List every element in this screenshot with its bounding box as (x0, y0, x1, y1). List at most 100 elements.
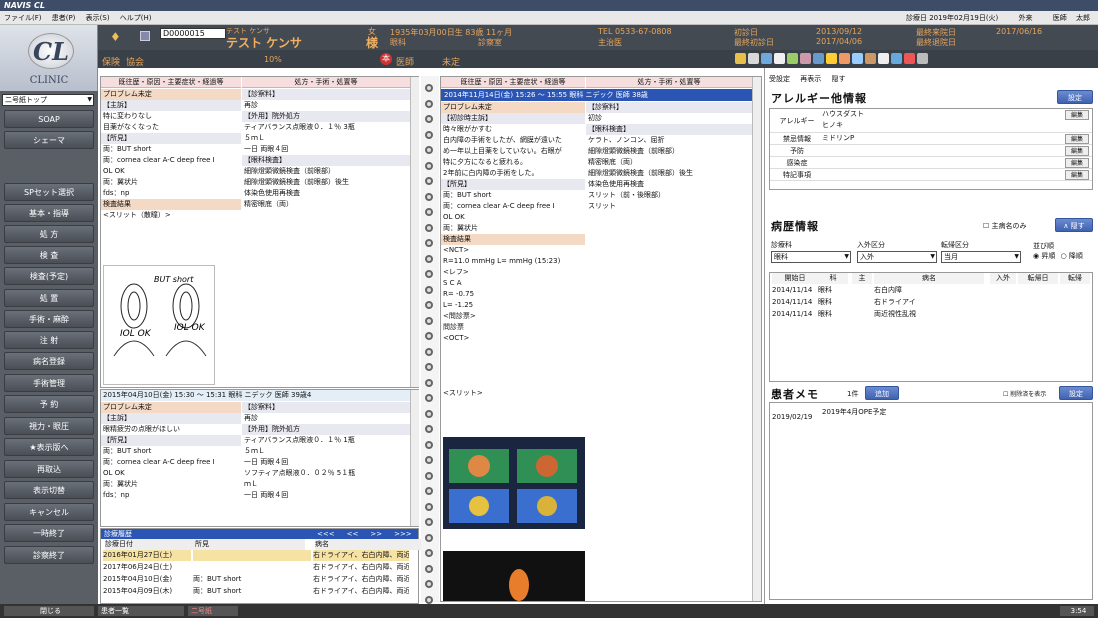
sidebar-button[interactable]: シェーマ (4, 131, 94, 149)
patient-list-tab[interactable]: 患者一覧 (98, 606, 184, 616)
sidebar-button[interactable]: 注 射 (4, 331, 94, 349)
disease-cell[interactable] (852, 285, 872, 296)
nav-next[interactable]: >> (370, 530, 382, 538)
sidebar-button[interactable]: 処 置 (4, 289, 94, 307)
disease-cell[interactable]: 2014/11/14 (772, 297, 818, 308)
sidebar-button[interactable]: 基本・指導 (4, 204, 94, 222)
disease-cell[interactable] (852, 297, 872, 308)
sort-asc-radio[interactable]: ◉ 昇順 (1033, 252, 1055, 260)
tool-hide[interactable]: 隠す (831, 75, 845, 83)
print-icon[interactable] (904, 53, 915, 64)
history-cell[interactable]: 右ドライアイ、右白内障、両近 (313, 562, 409, 573)
tool-settings[interactable]: 受設定 (769, 75, 790, 83)
edit-button[interactable]: 編集 (1065, 158, 1089, 168)
sidebar-button[interactable]: 診察終了 (4, 546, 94, 564)
disease-cell[interactable]: 眼科 (818, 297, 848, 308)
patient-id[interactable]: D0000015 (160, 28, 226, 39)
sidebar-button[interactable]: 表示切替 (4, 481, 94, 499)
sort-desc-radio[interactable]: ○ 降順 (1061, 252, 1083, 260)
record-tab[interactable]: 二号紙 (188, 606, 238, 616)
edit-button[interactable]: 編集 (1065, 134, 1089, 144)
allergy-settings-button[interactable]: 設定 (1057, 90, 1093, 104)
left-scrollbar-2[interactable] (410, 390, 419, 526)
memo-add-button[interactable]: 追加 (865, 386, 899, 400)
clock-icon[interactable] (826, 53, 837, 64)
sidebar-button[interactable]: 予 約 (4, 395, 94, 413)
nav-prev[interactable]: << (347, 530, 359, 538)
disease-cell[interactable]: 右白内障 (874, 285, 984, 296)
sidebar-button[interactable]: 視力・眼圧 (4, 417, 94, 435)
camera-icon[interactable] (852, 53, 863, 64)
history-cell[interactable]: 2015年04月10日(金) (103, 574, 191, 585)
history-cell[interactable]: 右ドライアイ、右白内障、両近 (313, 586, 409, 597)
edit-icon[interactable] (813, 53, 824, 64)
edit-button[interactable]: 編集 (1065, 110, 1089, 120)
nav-first[interactable]: <<< (317, 530, 335, 538)
show-deleted-checkbox[interactable]: ☐ 削除済を表示 (1003, 389, 1046, 398)
mid-scrollbar[interactable] (752, 77, 761, 601)
disease-cell[interactable]: 眼科 (818, 309, 848, 320)
disease-cell[interactable]: 両近視性乱視 (874, 309, 984, 320)
disease-cell[interactable]: 右ドライアイ (874, 297, 984, 308)
history-cell[interactable]: 右ドライアイ、右白内障、両近 (313, 550, 409, 561)
calendar-icon[interactable] (774, 53, 785, 64)
left-scrollbar[interactable] (410, 77, 419, 387)
edit-button[interactable]: 編集 (1065, 170, 1089, 180)
filter-select[interactable]: 入外 ▼ (857, 251, 937, 263)
folder-icon[interactable] (800, 53, 811, 64)
sidebar-button[interactable]: 手術・麻酔 (4, 310, 94, 328)
chart-icon[interactable] (787, 53, 798, 64)
memo-settings-button[interactable]: 設定 (1059, 386, 1093, 400)
edit-button[interactable]: 編集 (1065, 146, 1089, 156)
disease-cell[interactable]: 2014/11/14 (772, 285, 818, 296)
sidebar-button[interactable]: 処 方 (4, 225, 94, 243)
history-cell[interactable]: 右ドライアイ、右白内障、両近 (313, 574, 409, 585)
menu-view[interactable]: 表示(S) (86, 14, 110, 22)
disease-cell[interactable] (852, 309, 872, 320)
record-line (441, 355, 585, 366)
history-cell[interactable]: 両：BUT short (193, 586, 311, 597)
scan-icon[interactable] (891, 53, 902, 64)
pencil-icon[interactable] (735, 53, 746, 64)
disease-cell[interactable]: 眼科 (818, 285, 848, 296)
doc-icon[interactable] (878, 53, 889, 64)
history-cell[interactable]: 両：BUT short (193, 574, 311, 585)
sidebar-button[interactable]: SOAP (4, 110, 94, 128)
history-cell[interactable] (193, 562, 311, 573)
nav-last[interactable]: >>> (394, 530, 412, 538)
sidebar-button[interactable]: 手術管理 (4, 374, 94, 392)
menu-file[interactable]: ファイル(F) (4, 14, 42, 22)
sidebar-button[interactable]: 一時終了 (4, 524, 94, 542)
tool-refresh[interactable]: 再表示 (800, 75, 821, 83)
filter-select[interactable]: 当月 ▼ (941, 251, 1021, 263)
sidebar-button[interactable]: 検 査 (4, 246, 94, 264)
main-only-checkbox[interactable]: ☐ 主病名のみ (983, 221, 1027, 231)
record-header-2[interactable]: 2015年04月10日(金) 15:30 ～ 15:31 眼科 ニデック 医師 … (101, 390, 410, 401)
person-icon[interactable]: ♦ (110, 30, 121, 44)
close-button[interactable]: 閉じる (4, 606, 94, 616)
people-icon[interactable] (761, 53, 772, 64)
disease-cell[interactable]: 2014/11/14 (772, 309, 818, 320)
info-icon[interactable] (748, 53, 759, 64)
sidebar-button[interactable]: 再取込 (4, 460, 94, 478)
sidebar-button[interactable]: 病名登録 (4, 352, 94, 370)
mid-record-header[interactable]: 2014年11月14日(金) 15:26 ～ 15:55 眼科 ニデック 医師 … (441, 89, 752, 101)
history-cell[interactable]: 2017年06月24日(土) (103, 562, 191, 573)
history-cell[interactable] (193, 550, 311, 561)
tool-icon[interactable] (917, 53, 928, 64)
sidebar-button[interactable]: ★表示版へ (4, 438, 94, 456)
sidebar-button[interactable]: SPセット選択 (4, 183, 94, 201)
filter-select[interactable]: 眼科 ▼ (771, 251, 851, 263)
history-cell[interactable]: 2016年01月27日(土) (103, 550, 191, 561)
history-cell[interactable]: 2015年04月09日(木) (103, 586, 191, 597)
memo-text[interactable]: 2019年4月OPE予定 (822, 407, 886, 417)
sheet-select[interactable]: 二号紙トップ ▼ (2, 94, 94, 106)
sidebar-button[interactable]: キャンセル (4, 503, 94, 521)
menu-help[interactable]: ヘルプ(H) (120, 14, 152, 22)
hide-history-button[interactable]: ∧ 隠す (1055, 218, 1093, 232)
card-icon[interactable] (140, 31, 150, 41)
menu-patient[interactable]: 患者(P) (52, 14, 76, 22)
sidebar-button[interactable]: 検査(予定) (4, 267, 94, 285)
list-icon[interactable] (865, 53, 876, 64)
image-icon[interactable] (839, 53, 850, 64)
